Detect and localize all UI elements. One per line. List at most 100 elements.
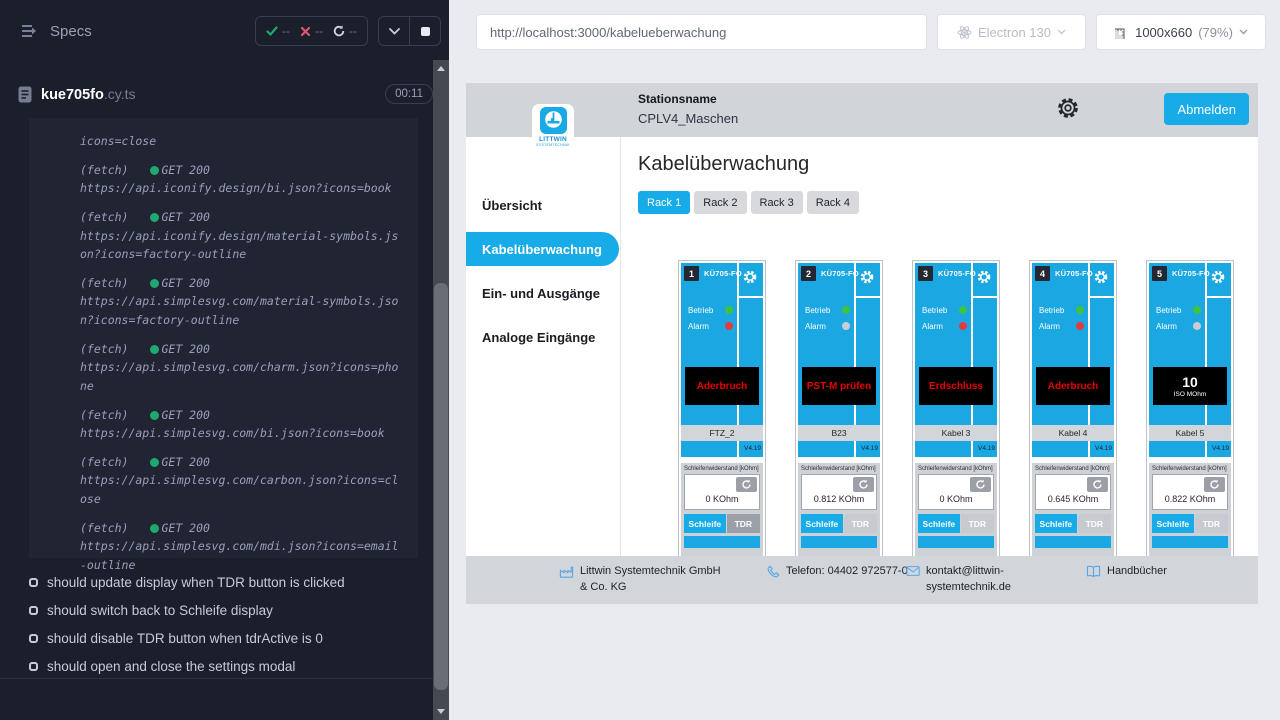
command-log[interactable]: icons=close (fetch)GET 200 https://api.i… <box>29 118 418 558</box>
device-model: KÜ705-FO <box>938 269 976 278</box>
scrollbar-down-arrow[interactable] <box>437 709 445 714</box>
scrollbar-up-arrow[interactable] <box>437 66 445 71</box>
cable-name: Kabel 4 <box>1032 425 1114 441</box>
log-entry: (fetch)GET 200 https://api.iconify.desig… <box>80 161 402 198</box>
test-item[interactable]: should update display when TDR button is… <box>0 568 433 596</box>
measurement-display: 0.812 KOhm <box>801 474 877 510</box>
viewport-size-selector[interactable]: 1000x660 (79%) <box>1096 14 1266 50</box>
alarm-led <box>725 322 733 330</box>
tdr-button[interactable]: TDR <box>1078 514 1111 533</box>
schleife-button[interactable]: Schleife <box>1035 514 1077 533</box>
main-content: Kabelüberwachung Rack 1 Rack 2 Rack 3 Ra… <box>622 137 1258 604</box>
cypress-reporter-panel: Specs -- -- -- <box>0 0 449 720</box>
test-item[interactable]: should disable TDR button when tdrActive… <box>0 624 433 652</box>
card-settings-gear-icon[interactable] <box>1093 269 1109 290</box>
app-viewport: LITTWIN SYSTEMTECHNIK Stationsname CPLV4… <box>466 83 1258 604</box>
stat-failed: -- <box>300 24 323 38</box>
alarm-label: Alarm <box>922 322 943 331</box>
specs-toggle-icon[interactable] <box>20 23 40 39</box>
check-icon <box>266 25 278 37</box>
tdr-button[interactable]: TDR <box>844 514 877 533</box>
footer-company: Littwin Systemtechnik GmbH & Co. KG <box>559 564 730 596</box>
tab-rack-4[interactable]: Rack 4 <box>807 191 859 214</box>
app-footer: Littwin Systemtechnik GmbH & Co. KG Tele… <box>466 556 1258 604</box>
log-entry: (fetch)GET 200 https://api.simplesvg.com… <box>80 519 402 575</box>
tdr-button[interactable]: TDR <box>727 514 760 533</box>
card-settings-gear-icon[interactable] <box>1210 269 1226 290</box>
sidebar-item-ein-und-ausgaenge[interactable]: Ein- und Ausgänge <box>466 271 620 315</box>
footer-email[interactable]: kontakt@littwin-systemtechnik.de <box>906 564 1028 596</box>
resistance-value: 0 KOhm <box>685 494 759 504</box>
card-settings-gear-icon[interactable] <box>859 269 875 290</box>
resistance-label: Schleifenwiderstand [kOhm] <box>684 466 760 472</box>
screen: Specs -- -- -- <box>0 0 1280 720</box>
test-item[interactable]: should open and close the settings modal <box>0 652 433 680</box>
card-bottom-strip <box>684 536 760 548</box>
refresh-button[interactable] <box>736 477 757 492</box>
rail-divider-line <box>856 296 880 298</box>
alarm-led <box>842 322 850 330</box>
tab-rack-3[interactable]: Rack 3 <box>751 191 803 214</box>
schleife-button[interactable]: Schleife <box>918 514 960 533</box>
betrieb-label: Betrieb <box>688 306 713 315</box>
panel-divider-line <box>854 441 856 457</box>
schleife-button[interactable]: Schleife <box>801 514 843 533</box>
status-dot <box>150 279 159 288</box>
collapse-chevron-button[interactable] <box>379 17 409 45</box>
test-state-icon <box>29 634 38 643</box>
card-settings-gear-icon[interactable] <box>742 269 758 290</box>
status-display: Aderbruch <box>1036 367 1110 405</box>
card-number: 1 <box>684 266 699 281</box>
browser-selector[interactable]: Electron 130 <box>937 14 1086 50</box>
cable-name: Kabel 5 <box>1149 425 1231 441</box>
card-settings-gear-icon[interactable] <box>976 269 992 290</box>
footer-manuals[interactable]: Handbücher <box>1086 564 1167 584</box>
tdr-button[interactable]: TDR <box>961 514 994 533</box>
panel-divider-line <box>737 441 739 457</box>
test-item[interactable]: should switch back to Schleife display <box>0 596 433 624</box>
spec-row[interactable]: kue705fo.cy.ts 00:11 <box>0 76 449 112</box>
schleife-button[interactable]: Schleife <box>684 514 726 533</box>
tdr-button[interactable]: TDR <box>1195 514 1228 533</box>
scrollbar-thumb[interactable] <box>434 283 448 690</box>
rail-divider-line <box>1207 296 1231 298</box>
refresh-button[interactable] <box>1204 477 1225 492</box>
mail-icon <box>906 565 920 596</box>
firmware-version: V4.19 <box>1212 445 1229 452</box>
spec-file-icon <box>18 86 32 103</box>
card-number: 2 <box>801 266 816 281</box>
phone-icon <box>766 565 780 585</box>
run-controls <box>378 16 441 46</box>
betrieb-label: Betrieb <box>805 306 830 315</box>
firmware-version: V4.19 <box>1095 445 1112 452</box>
card-number: 3 <box>918 266 933 281</box>
firmware-version: V4.19 <box>861 445 878 452</box>
alarm-label: Alarm <box>1039 322 1060 331</box>
reporter-header: Specs -- -- -- <box>0 0 449 62</box>
refresh-button[interactable] <box>970 477 991 492</box>
sidebar-item-kabelueberwachung[interactable]: Kabelüberwachung <box>466 232 619 266</box>
measurement-display: 0 KOhm <box>684 474 760 510</box>
refresh-button[interactable] <box>1087 477 1108 492</box>
measurement-section: Schleifenwiderstand [kOhm] 0.812 KOhm Sc… <box>798 463 880 557</box>
tab-rack-2[interactable]: Rack 2 <box>694 191 746 214</box>
refresh-button[interactable] <box>853 477 874 492</box>
url-bar[interactable]: http://localhost:3000/kabelueberwachung <box>476 14 927 50</box>
device-card-4: 4 KÜ705-FO Betrieb Alarm Aderbruch Kabel… <box>1029 260 1117 560</box>
alarm-led <box>1076 322 1084 330</box>
status-dot <box>150 411 159 420</box>
logout-button[interactable]: Abmelden <box>1164 93 1249 125</box>
chevron-down-icon <box>1239 29 1248 35</box>
card-bottom-strip <box>1035 536 1111 548</box>
betrieb-led <box>1193 306 1201 314</box>
settings-gear-icon[interactable] <box>1056 96 1080 125</box>
stop-button[interactable] <box>410 17 440 45</box>
panel-scrollbar[interactable] <box>433 60 449 720</box>
alarm-label: Alarm <box>1156 322 1177 331</box>
sidebar-item-uebersicht[interactable]: Übersicht <box>466 183 620 227</box>
panel-divider-line <box>971 441 973 457</box>
schleife-button[interactable]: Schleife <box>1152 514 1194 533</box>
sidebar-item-analoge-eingaenge[interactable]: Analoge Eingänge <box>466 315 620 359</box>
tab-rack-1[interactable]: Rack 1 <box>638 191 690 214</box>
resistance-value: 0.822 KOhm <box>1153 494 1227 504</box>
